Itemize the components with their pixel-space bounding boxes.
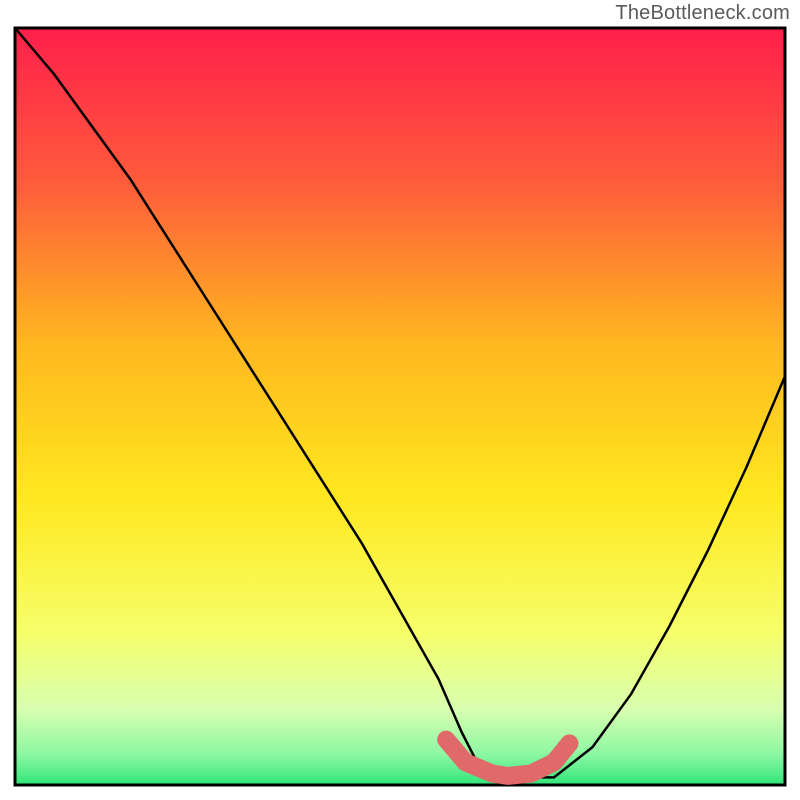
chart-container: TheBottleneck.com xyxy=(0,0,800,800)
bottleneck-chart xyxy=(0,0,800,800)
watermark-text: TheBottleneck.com xyxy=(615,2,790,25)
plot-background xyxy=(15,28,785,785)
